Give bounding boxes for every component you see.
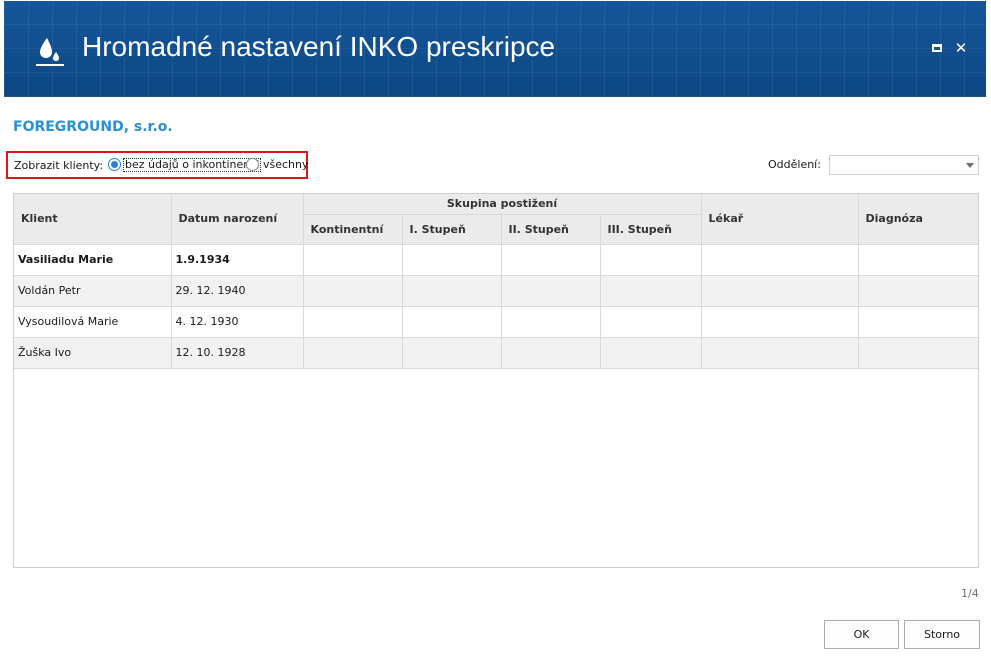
cell-diagnosis[interactable] [857, 336, 978, 369]
cell-birth-date[interactable]: 29. 12. 1940 [170, 274, 304, 307]
cell-stage-2[interactable] [500, 305, 601, 338]
cell-doctor[interactable] [700, 243, 859, 276]
radio-without-incontinence[interactable] [108, 158, 121, 171]
column-group-impairment: Skupina postižení [302, 194, 702, 215]
cell-stage-1[interactable] [401, 274, 502, 307]
department-select[interactable] [829, 155, 979, 175]
clients-table: Klient Datum narození Skupina postižení … [14, 194, 978, 369]
cell-stage-2[interactable] [500, 336, 601, 369]
page-indicator: 1/4 [961, 587, 979, 600]
cell-stage-3[interactable] [599, 305, 702, 338]
ok-button[interactable]: OK [824, 620, 899, 649]
cell-client[interactable]: Vasiliadu Marie [14, 243, 172, 276]
water-drop-icon [36, 38, 64, 66]
title-bar: Hromadné nastavení INKO preskripce ✕ [4, 1, 986, 97]
cell-continent[interactable] [302, 305, 403, 338]
column-header-diagnosis[interactable]: Diagnóza [857, 194, 978, 245]
column-header-client[interactable]: Klient [14, 194, 172, 245]
maximize-icon [932, 44, 942, 52]
cell-continent[interactable] [302, 243, 403, 276]
table-row[interactable]: Voldán Petr 29. 12. 1940 [14, 274, 978, 307]
radio-label-without-incontinence[interactable]: bez údajů o inkontinenci [123, 158, 262, 172]
cancel-button[interactable]: Storno [904, 620, 980, 649]
cell-stage-3[interactable] [599, 243, 702, 276]
cell-continent[interactable] [302, 274, 403, 307]
cell-stage-1[interactable] [401, 336, 502, 369]
close-icon: ✕ [954, 39, 968, 57]
client-filter: Zobrazit klienty: bez údajů o inkontinen… [6, 151, 309, 179]
cell-stage-2[interactable] [500, 243, 601, 276]
column-header-stage-3[interactable]: III. Stupeň [599, 213, 702, 245]
cell-client[interactable]: Voldán Petr [14, 274, 172, 307]
cell-continent[interactable] [302, 336, 403, 369]
column-header-stage-1[interactable]: I. Stupeň [401, 213, 502, 245]
cell-diagnosis[interactable] [857, 274, 978, 307]
radio-all[interactable] [246, 158, 259, 171]
radio-label-all[interactable]: všechny [263, 158, 309, 171]
cell-diagnosis[interactable] [857, 305, 978, 338]
cell-birth-date[interactable]: 1.9.1934 [170, 243, 304, 276]
cell-birth-date[interactable]: 12. 10. 1928 [170, 336, 304, 369]
cell-stage-3[interactable] [599, 274, 702, 307]
table-row[interactable]: Vasiliadu Marie 1.9.1934 [14, 243, 978, 276]
cell-client[interactable]: Vysoudilová Marie [14, 305, 172, 338]
column-header-stage-2[interactable]: II. Stupeň [500, 213, 601, 245]
table-row[interactable]: Vysoudilová Marie 4. 12. 1930 [14, 305, 978, 338]
maximize-button[interactable] [928, 39, 946, 57]
column-header-birth-date[interactable]: Datum narození [170, 194, 304, 245]
cell-doctor[interactable] [700, 305, 859, 338]
cell-doctor[interactable] [700, 274, 859, 307]
cell-stage-1[interactable] [401, 243, 502, 276]
dropdown-arrow-icon[interactable] [966, 163, 974, 168]
clients-grid: Klient Datum narození Skupina postižení … [13, 193, 979, 568]
cell-doctor[interactable] [700, 336, 859, 369]
cell-client[interactable]: Žuška Ivo [14, 336, 172, 369]
window-title: Hromadné nastavení INKO preskripce [82, 31, 556, 62]
column-header-continent[interactable]: Kontinentní [303, 213, 403, 245]
filter-label: Zobrazit klienty: [14, 159, 104, 172]
table-row[interactable]: Žuška Ivo 12. 10. 1928 [14, 336, 978, 369]
cell-stage-1[interactable] [401, 305, 502, 338]
cell-birth-date[interactable]: 4. 12. 1930 [170, 305, 304, 338]
cell-stage-3[interactable] [599, 336, 702, 369]
cell-diagnosis[interactable] [857, 243, 978, 276]
department-label: Oddělení: [768, 158, 821, 171]
company-name: FOREGROUND, s.r.o. [13, 119, 173, 135]
cell-stage-2[interactable] [500, 274, 601, 307]
column-header-doctor[interactable]: Lékař [700, 194, 859, 245]
close-button[interactable]: ✕ [952, 39, 970, 57]
